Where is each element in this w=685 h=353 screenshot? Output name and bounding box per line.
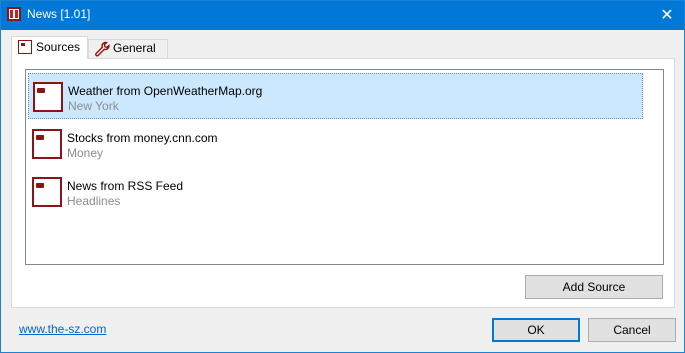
tab-sources[interactable]: Sources [11, 36, 88, 59]
ok-button[interactable]: OK [492, 318, 580, 342]
news-source-icon [32, 177, 62, 207]
list-item[interactable]: Stocks from money.cnn.com Money [28, 121, 643, 167]
add-source-button[interactable]: Add Source [525, 275, 663, 299]
wrench-icon [95, 41, 110, 57]
tab-general[interactable]: General [88, 39, 168, 58]
list-item[interactable]: Weather from OpenWeatherMap.org New York [28, 73, 643, 119]
website-link[interactable]: www.the-sz.com [19, 322, 106, 336]
news-source-icon [33, 82, 63, 112]
window-title: News [1.01] [27, 7, 91, 21]
news-dialog-window: News [1.01] ✕ Sources General Weather fr… [0, 0, 685, 353]
news-source-icon [32, 129, 62, 159]
sources-list[interactable]: Weather from OpenWeatherMap.org New York… [25, 69, 664, 265]
title-bar[interactable]: News [1.01] ✕ [1, 1, 684, 30]
news-source-icon [18, 40, 32, 54]
cancel-button[interactable]: Cancel [588, 318, 676, 342]
list-item[interactable]: News from RSS Feed Headlines [28, 169, 643, 215]
source-subtitle: Headlines [67, 194, 121, 208]
source-subtitle: Money [67, 146, 104, 160]
tab-general-label: General [113, 41, 156, 55]
source-subtitle: New York [68, 99, 119, 113]
app-icon [7, 7, 21, 21]
source-title: Weather from OpenWeatherMap.org [68, 84, 263, 98]
tab-sources-label: Sources [36, 40, 81, 54]
close-button[interactable]: ✕ [650, 1, 684, 30]
source-title: Stocks from money.cnn.com [67, 131, 218, 145]
source-title: News from RSS Feed [67, 179, 184, 193]
sources-panel: Weather from OpenWeatherMap.org New York… [11, 58, 675, 308]
